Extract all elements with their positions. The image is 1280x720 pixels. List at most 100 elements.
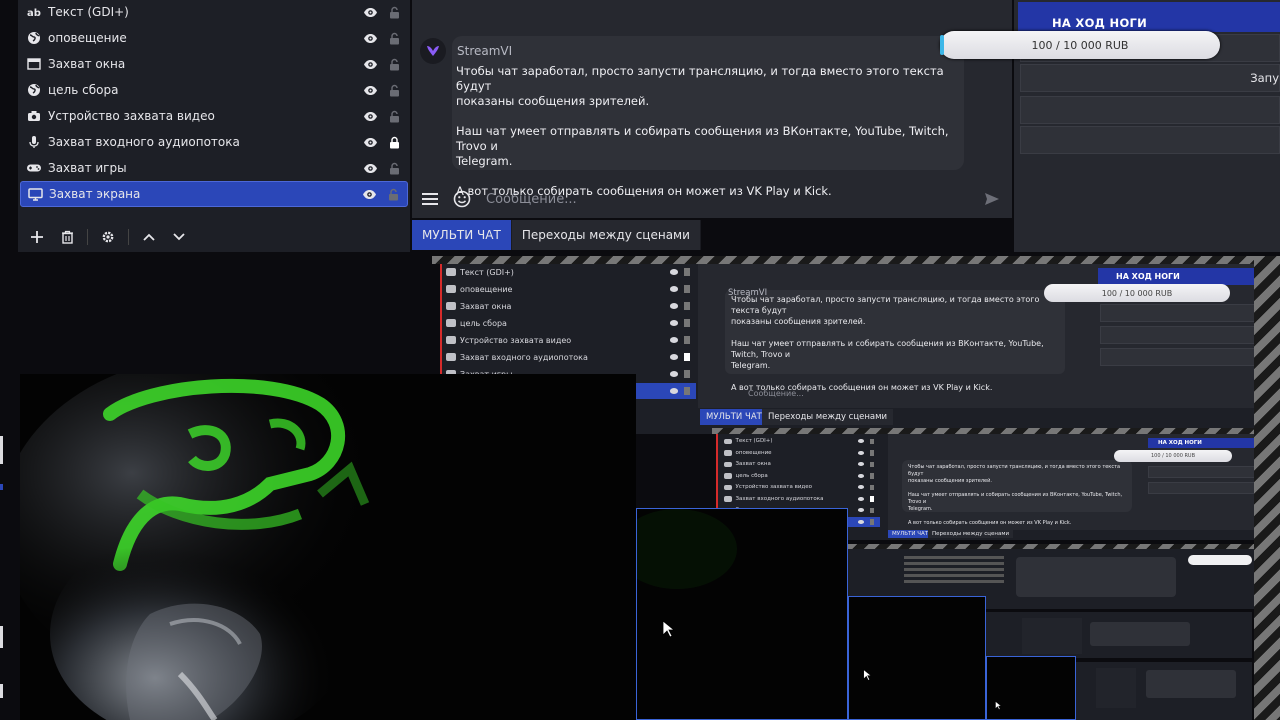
eye-icon — [858, 519, 864, 524]
mirror-goal-row — [1100, 326, 1280, 344]
lock-icon — [683, 302, 690, 310]
mirror-source-label: Текст (GDI+) — [460, 267, 514, 277]
trash-icon[interactable] — [54, 226, 80, 248]
window-icon — [26, 56, 42, 72]
hazard-stripe — [1254, 256, 1280, 720]
eye-icon[interactable] — [362, 56, 378, 72]
lock-icon — [683, 319, 690, 327]
eye-icon[interactable] — [361, 186, 377, 202]
source-label: Захват входного аудиопотока — [48, 135, 240, 149]
mirror-source-item: Захват окна — [442, 298, 696, 314]
lock-icon[interactable] — [386, 4, 402, 20]
source-item[interactable]: цель сбора — [20, 77, 408, 103]
eye-icon[interactable] — [362, 82, 378, 98]
mirror-source-item: Захват окна — [720, 459, 880, 470]
mirror-goal-row — [1148, 466, 1266, 478]
screen-capture-frame — [986, 656, 1076, 720]
globe-icon — [446, 285, 456, 293]
mirror-source-label: Захват входного аудиопотока — [735, 495, 824, 502]
lock-icon[interactable] — [386, 134, 402, 150]
eye-icon[interactable] — [362, 4, 378, 20]
mouse-cursor-icon — [863, 669, 871, 681]
lock-icon[interactable] — [386, 108, 402, 124]
goal-row — [1020, 126, 1280, 154]
source-label: Устройство захвата видео — [48, 109, 215, 123]
mirror-source-label: Устройство захвата видео — [460, 335, 572, 345]
source-label: Захват окна — [48, 57, 126, 71]
emoji-icon[interactable] — [446, 190, 478, 208]
eye-icon[interactable] — [362, 160, 378, 176]
chat-message-input[interactable] — [478, 191, 972, 207]
mirror-source-item: Текст (GDI+) — [720, 436, 880, 447]
lock-icon[interactable] — [386, 30, 402, 46]
lock-icon[interactable] — [386, 56, 402, 72]
source-item[interactable]: Захват игры — [20, 155, 408, 181]
mouse-cursor-icon — [662, 620, 674, 638]
mirror-preview-5 — [1076, 662, 1252, 720]
left-edge-strip — [0, 252, 20, 720]
mirror-sources — [904, 553, 1004, 601]
camera-icon — [26, 108, 42, 124]
lock-icon — [869, 507, 874, 513]
source-label: Захват экрана — [49, 187, 141, 201]
source-label: Захват игры — [48, 161, 127, 175]
eye-icon — [669, 388, 678, 394]
text-icon — [724, 438, 732, 444]
mirror-source-label: цель сбора — [735, 472, 768, 479]
lock-icon — [683, 268, 690, 276]
lock-icon — [869, 450, 874, 456]
obs-window: ab Текст (GDI+) оповещение Захват окна цель … — [0, 0, 1280, 720]
add-icon[interactable] — [24, 226, 50, 248]
mirror-goal-row — [1100, 304, 1280, 322]
edge-mark — [0, 484, 3, 490]
menu-icon[interactable] — [414, 192, 446, 206]
mirror-source-label: Захват окна — [460, 301, 512, 311]
chevron-up-icon[interactable] — [136, 226, 162, 248]
globe-icon — [724, 473, 732, 479]
mirror-source-item: цель сбора — [442, 315, 696, 331]
eye-icon — [669, 269, 678, 275]
text-icon — [446, 268, 456, 276]
source-item[interactable]: Захват окна — [20, 51, 408, 77]
tab-multichat[interactable]: МУЛЬТИ ЧАТ — [412, 220, 512, 250]
chat-sender: StreamVI — [457, 44, 513, 58]
source-label: цель сбора — [48, 83, 119, 97]
source-item[interactable]: ab Текст (GDI+) — [20, 0, 408, 25]
mirror-source-item: оповещение — [720, 448, 880, 459]
lock-icon[interactable] — [386, 82, 402, 98]
source-label: Текст (GDI+) — [48, 5, 129, 19]
send-icon[interactable] — [972, 192, 1012, 206]
gear-icon[interactable] — [95, 226, 121, 248]
tab-scene-transitions[interactable]: Переходы между сценами — [511, 220, 701, 250]
eye-icon[interactable] — [362, 30, 378, 46]
lock-icon[interactable] — [385, 186, 401, 202]
screen-capture-glow — [637, 509, 737, 589]
goal-progress-fill — [940, 35, 944, 55]
eye-icon — [858, 485, 864, 490]
lock-icon[interactable] — [386, 160, 402, 176]
goal-row — [1020, 96, 1280, 124]
mirror-chat-message: Чтобы чат заработал, просто запусти тран… — [902, 460, 1132, 526]
mirror-goal-row — [1100, 348, 1280, 366]
mirror-goal-title: НА ХОД НОГИ — [1148, 438, 1258, 448]
chevron-down-icon[interactable] — [166, 226, 192, 248]
source-item[interactable]: Устройство захвата видео — [20, 103, 408, 129]
eye-icon[interactable] — [362, 134, 378, 150]
mirror-goal-progress: 100 / 10 000 RUB — [1044, 284, 1230, 302]
source-item[interactable]: Захват входного аудиопотока — [20, 129, 408, 155]
eye-icon — [669, 337, 678, 343]
mirror-source-item: Текст (GDI+) — [442, 264, 696, 280]
source-item[interactable]: Захват экрана — [20, 181, 408, 207]
sources-panel: ab Текст (GDI+) оповещение Захват окна цель … — [18, 0, 410, 252]
lock-icon — [869, 496, 874, 502]
lock-icon — [869, 473, 874, 479]
source-item[interactable]: оповещение — [20, 25, 408, 51]
mirror-source-label: Захват окна — [735, 461, 771, 468]
eye-icon[interactable] — [362, 108, 378, 124]
eye-icon — [669, 354, 678, 360]
mirror-chat-message: Чтобы чат заработал, просто запусти тран… — [725, 290, 1065, 392]
eye-icon — [669, 371, 678, 377]
mirror-preview-4 — [986, 612, 1252, 658]
dock-tabs: МУЛЬТИ ЧАТ Переходы между сценами — [412, 220, 701, 250]
chat-message-text: Чтобы чат заработал, просто запусти тран… — [456, 64, 949, 198]
